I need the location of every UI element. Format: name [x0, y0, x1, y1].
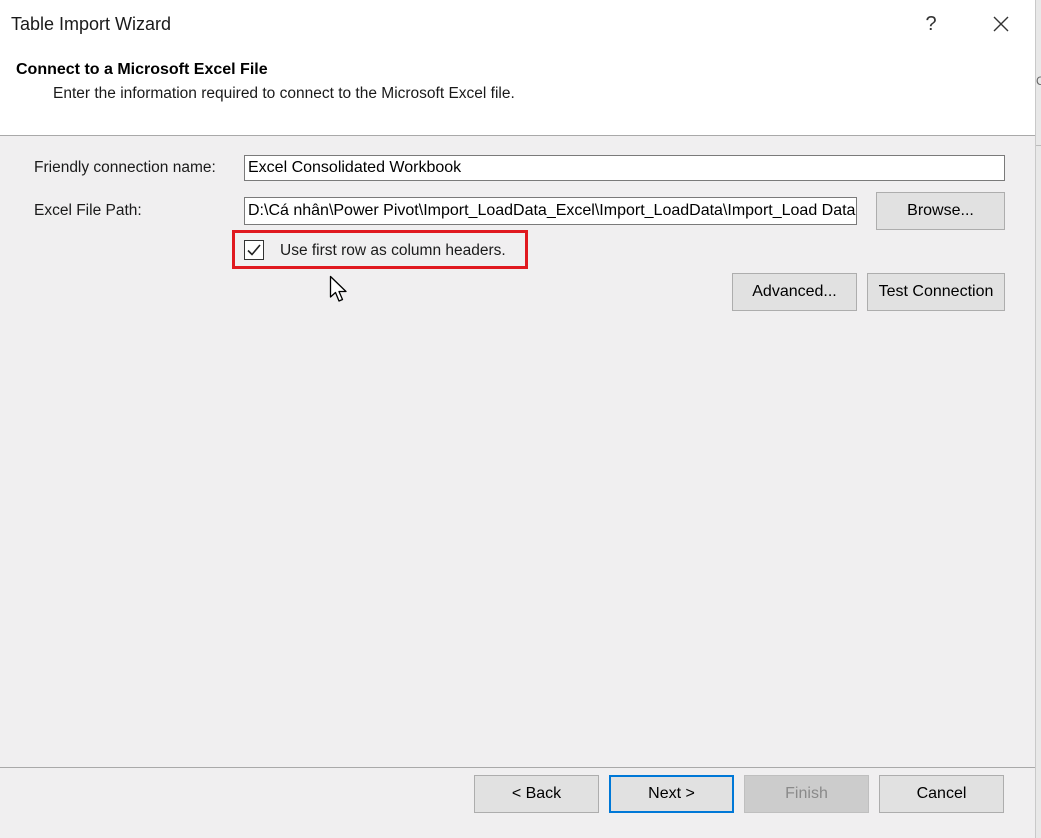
footer-separator	[0, 767, 1035, 768]
help-button[interactable]: ?	[914, 8, 948, 40]
first-row-checkbox[interactable]	[244, 240, 264, 260]
first-row-checkbox-label[interactable]: Use first row as column headers.	[280, 242, 506, 260]
table-import-wizard-dialog: Table Import Wizard ? Connect to a Micro…	[0, 0, 1036, 838]
friendly-name-input[interactable]: Excel Consolidated Workbook	[244, 155, 1005, 181]
background-window-strip: Ca	[1036, 0, 1041, 838]
file-path-input[interactable]: D:\Cá nhân\Power Pivot\Import_LoadData_E…	[244, 197, 857, 225]
back-button[interactable]: < Back	[474, 775, 599, 813]
test-connection-button[interactable]: Test Connection	[867, 273, 1005, 311]
page-title: Connect to a Microsoft Excel File	[16, 61, 268, 78]
file-path-label: Excel File Path:	[34, 202, 142, 219]
close-button[interactable]	[982, 8, 1020, 40]
wizard-header: Connect to a Microsoft Excel File Enter …	[0, 48, 1035, 136]
background-text-fragment: Ca	[1036, 74, 1041, 88]
title-bar: Table Import Wizard ?	[0, 0, 1035, 48]
close-icon	[993, 16, 1009, 32]
mouse-cursor-icon	[329, 275, 347, 302]
next-button[interactable]: Next >	[609, 775, 734, 813]
page-subtitle: Enter the information required to connec…	[53, 85, 515, 102]
checkmark-icon	[247, 244, 261, 256]
window-title: Table Import Wizard	[11, 14, 172, 34]
advanced-button[interactable]: Advanced...	[732, 273, 857, 311]
background-divider	[1036, 145, 1041, 146]
finish-button: Finish	[744, 775, 869, 813]
friendly-name-label: Friendly connection name:	[34, 159, 216, 176]
cancel-button[interactable]: Cancel	[879, 775, 1004, 813]
browse-button[interactable]: Browse...	[876, 192, 1005, 230]
